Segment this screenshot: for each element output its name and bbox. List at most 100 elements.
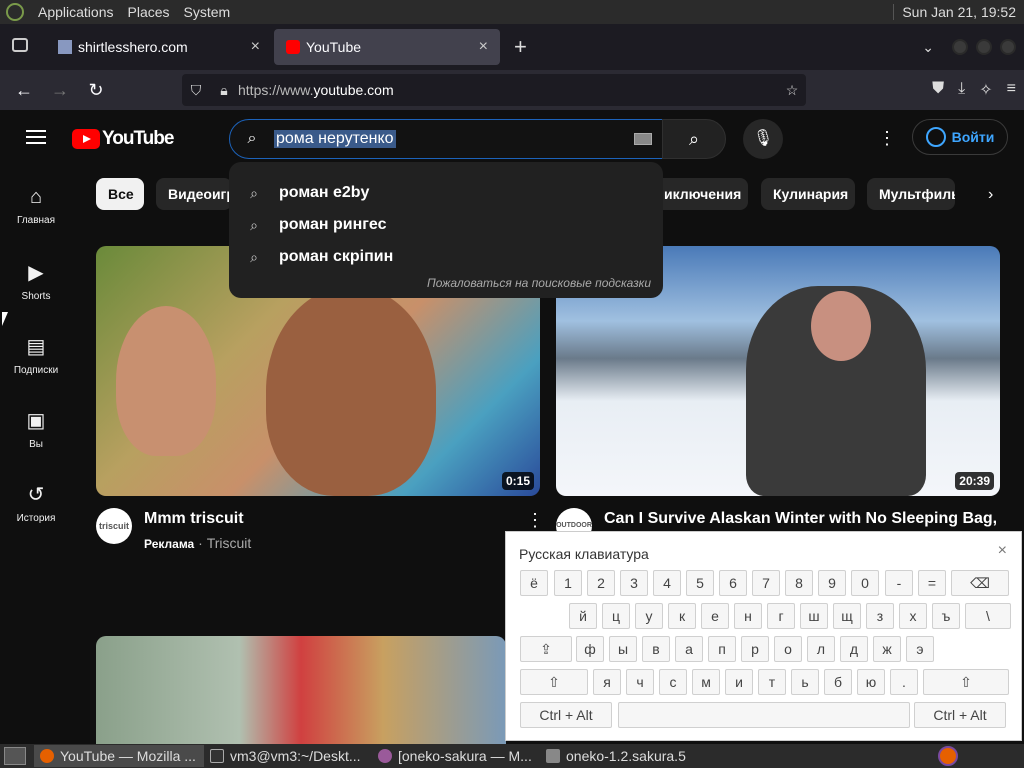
bookmark-star-icon[interactable]: ☆: [778, 82, 806, 99]
key[interactable]: 3: [620, 570, 648, 596]
guide-item-history[interactable]: ↺ История: [0, 482, 72, 524]
chevron-right-icon[interactable]: ›: [988, 186, 993, 204]
key[interactable]: Ctrl + Alt: [520, 702, 612, 728]
key[interactable]: 1: [554, 570, 582, 596]
places-menu[interactable]: Places: [128, 4, 170, 20]
maximize-window-button[interactable]: [976, 39, 992, 55]
video-title[interactable]: Mmm triscuit: [144, 510, 244, 528]
key[interactable]: .: [890, 669, 918, 695]
key[interactable]: 0: [851, 570, 879, 596]
key[interactable]: 2: [587, 570, 615, 596]
task-terminal[interactable]: vm3@vm3:~/Deskt...: [204, 745, 372, 767]
task-folder[interactable]: oneko-1.2.sakura.5: [540, 745, 708, 767]
youtube-logo[interactable]: YouTube: [72, 128, 174, 150]
suggestion-item[interactable]: ⌕ роман e2by: [229, 177, 663, 209]
chip-cartoons[interactable]: Мультфиль: [867, 178, 955, 210]
key[interactable]: 7: [752, 570, 780, 596]
key[interactable]: -: [885, 570, 913, 596]
chip-cooking[interactable]: Кулинария: [761, 178, 855, 210]
search-query[interactable]: рома нерутенко: [274, 130, 396, 148]
key[interactable]: щ: [833, 603, 861, 629]
key[interactable]: ё: [520, 570, 548, 596]
tab-close-icon[interactable]: ×: [479, 38, 488, 56]
sign-in-button[interactable]: Войти: [912, 119, 1008, 155]
tab-shirtlesshero[interactable]: shirtlesshero.com ×: [46, 29, 272, 65]
tab-youtube[interactable]: YouTube ×: [274, 29, 500, 65]
forward-icon[interactable]: →: [42, 80, 78, 101]
key[interactable]: л: [807, 636, 835, 662]
key[interactable]: ъ: [932, 603, 960, 629]
key[interactable]: 4: [653, 570, 681, 596]
key[interactable]: г: [767, 603, 795, 629]
chip-all[interactable]: Все: [96, 178, 144, 210]
reload-icon[interactable]: ↻: [78, 80, 114, 101]
key[interactable]: а: [675, 636, 703, 662]
system-menu[interactable]: System: [184, 4, 231, 20]
key[interactable]: р: [741, 636, 769, 662]
voice-search-button[interactable]: 🎙︎: [743, 119, 783, 159]
lock-icon[interactable]: 🔒︎: [210, 82, 238, 99]
key[interactable]: в: [642, 636, 670, 662]
new-tab-button[interactable]: +: [514, 34, 527, 60]
guide-item-shorts[interactable]: ▶ Shorts: [0, 260, 72, 302]
url-text[interactable]: https://www.youtube.com: [238, 82, 778, 98]
key[interactable]: ь: [791, 669, 819, 695]
key[interactable]: е: [701, 603, 729, 629]
key[interactable]: о: [774, 636, 802, 662]
list-all-tabs-icon[interactable]: ⌄: [922, 39, 934, 56]
key[interactable]: и: [725, 669, 753, 695]
tab-close-icon[interactable]: ×: [251, 38, 260, 56]
guide-item-home[interactable]: ⌂ Главная: [0, 186, 72, 226]
key[interactable]: 9: [818, 570, 846, 596]
key[interactable]: э: [906, 636, 934, 662]
key[interactable]: ⇧: [923, 669, 1009, 695]
task-firefox[interactable]: YouTube — Mozilla ...: [34, 745, 204, 767]
channel-name[interactable]: Triscuit: [207, 535, 252, 551]
key[interactable]: ⇧: [520, 669, 588, 695]
key[interactable]: 6: [719, 570, 747, 596]
applications-menu[interactable]: Applications: [38, 4, 114, 20]
key[interactable]: =: [918, 570, 946, 596]
keyboard-icon[interactable]: [634, 133, 652, 145]
video-thumbnail-third[interactable]: [96, 636, 506, 746]
downloads-icon[interactable]: ⤓: [958, 80, 965, 100]
key[interactable]: [618, 702, 910, 728]
key[interactable]: н: [734, 603, 762, 629]
key[interactable]: 5: [686, 570, 714, 596]
shield-icon[interactable]: ⛉: [182, 82, 210, 99]
clock[interactable]: Sun Jan 21, 19:52: [893, 4, 1024, 20]
more-options-icon[interactable]: ⋮: [878, 128, 896, 149]
key[interactable]: Ctrl + Alt: [914, 702, 1006, 728]
channel-avatar-triscuit[interactable]: triscuit: [96, 508, 132, 544]
key[interactable]: т: [758, 669, 786, 695]
key[interactable]: ш: [800, 603, 828, 629]
key[interactable]: д: [840, 636, 868, 662]
key[interactable]: я: [593, 669, 621, 695]
close-window-button[interactable]: [1000, 39, 1016, 55]
key[interactable]: ж: [873, 636, 901, 662]
chip-videogames[interactable]: Видеоигр: [156, 178, 232, 210]
chip-adventures[interactable]: иключения: [650, 178, 748, 210]
key[interactable]: к: [668, 603, 696, 629]
search-input[interactable]: ⌕ рома нерутенко: [229, 119, 663, 159]
key[interactable]: у: [635, 603, 663, 629]
key[interactable]: х: [899, 603, 927, 629]
report-suggestions-link[interactable]: Пожаловаться на поисковые подсказки: [427, 276, 651, 290]
close-icon[interactable]: ×: [998, 542, 1007, 560]
firefox-view-icon[interactable]: [12, 38, 28, 52]
search-button[interactable]: ⌕: [662, 119, 726, 159]
extensions-icon[interactable]: ✧: [979, 80, 992, 100]
pocket-icon[interactable]: ⛊: [932, 80, 944, 100]
key[interactable]: ч: [626, 669, 654, 695]
firefox-tray-icon[interactable]: [938, 746, 958, 766]
key[interactable]: с: [659, 669, 687, 695]
key[interactable]: ф: [576, 636, 604, 662]
guide-item-subscriptions[interactable]: ▤ Подписки: [0, 334, 72, 376]
suggestion-item[interactable]: ⌕ роман рингес: [229, 209, 663, 241]
key[interactable]: ц: [602, 603, 630, 629]
key[interactable]: з: [866, 603, 894, 629]
key[interactable]: ⇪: [520, 636, 572, 662]
key[interactable]: ⌫: [951, 570, 1009, 596]
video-title[interactable]: Can I Survive Alaskan Winter with No Sle…: [604, 510, 997, 528]
key[interactable]: \: [965, 603, 1011, 629]
